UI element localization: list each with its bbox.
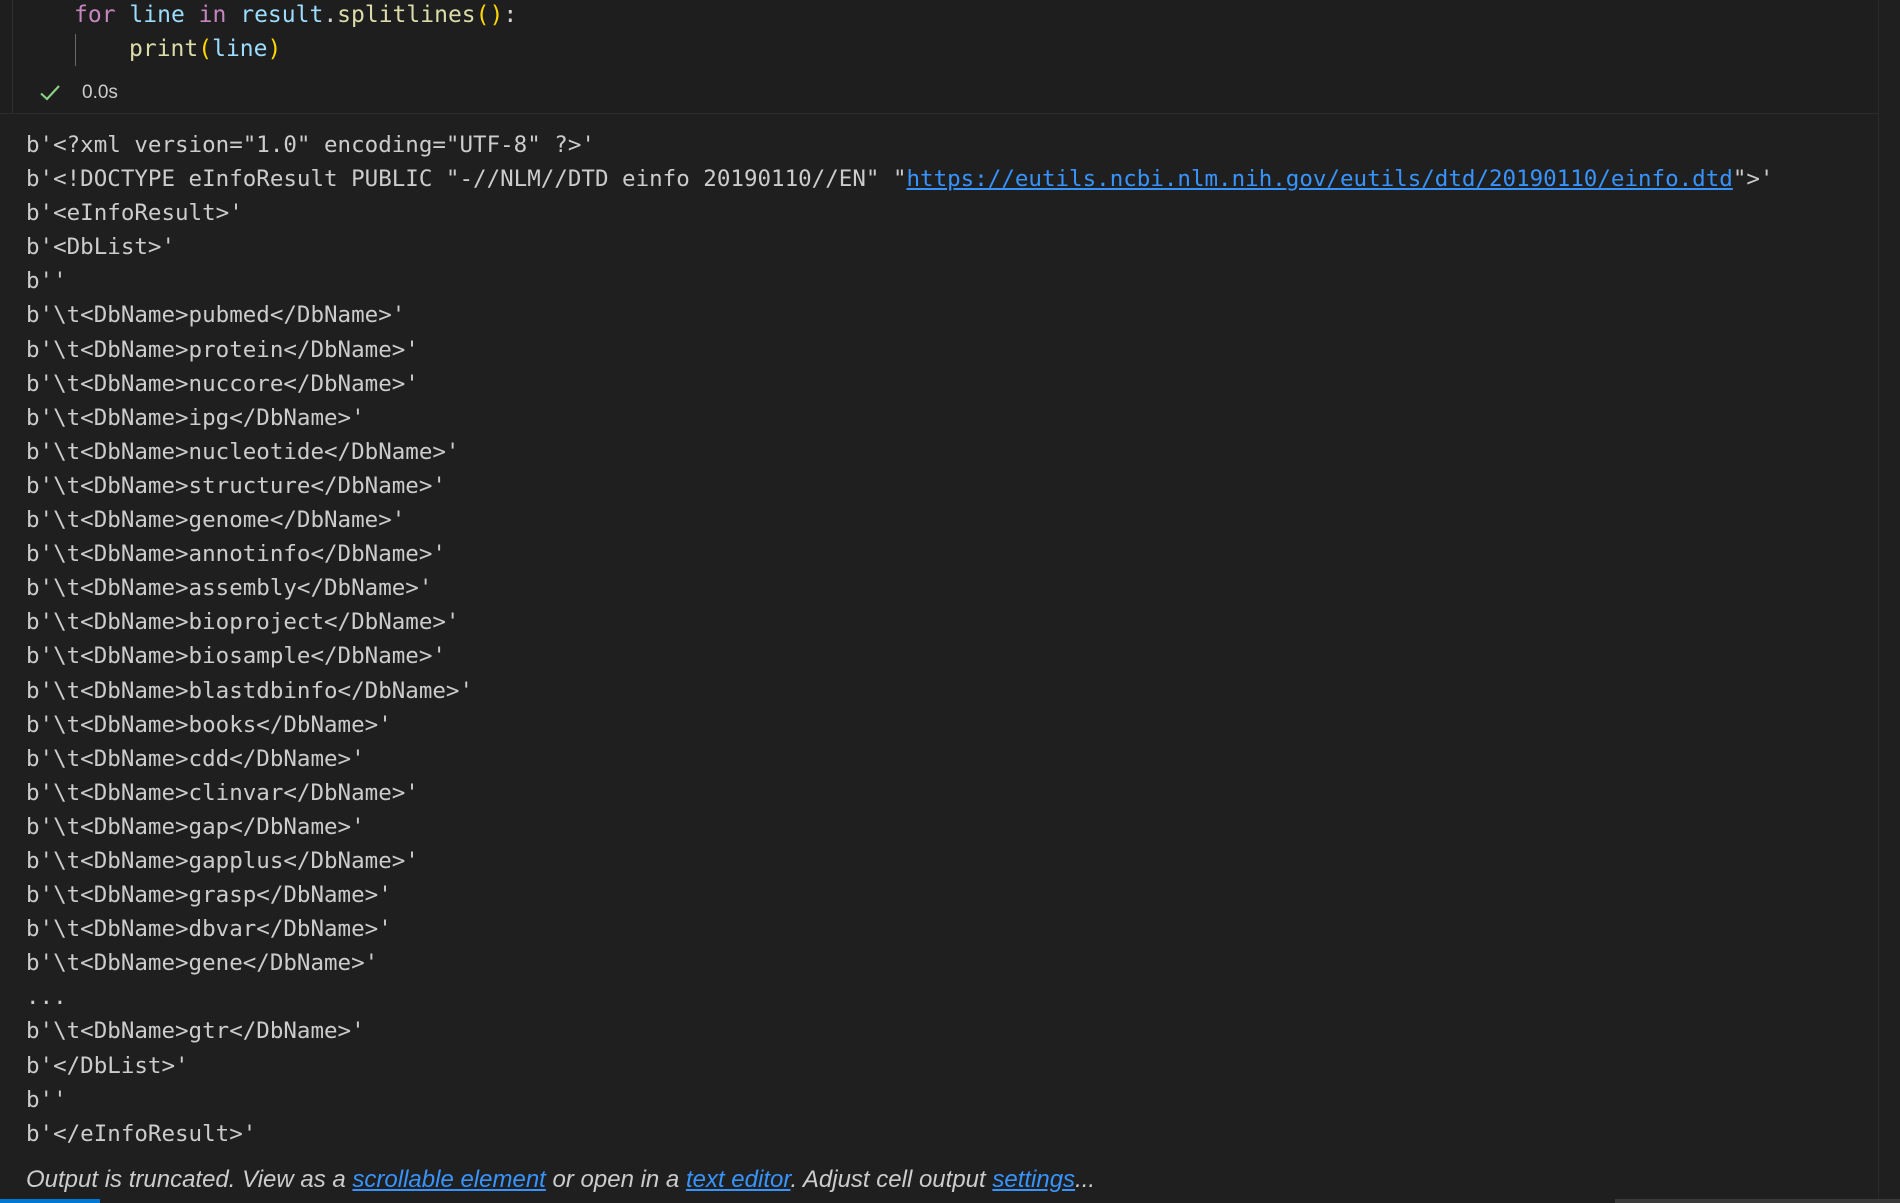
output-line: b'\t<DbName>blastdbinfo</DbName>' (26, 677, 474, 704)
dot: . (323, 2, 338, 28)
code-line-1[interactable]: for line in result.splitlines(): (74, 0, 517, 32)
truncation-middle2: . Adjust cell output (790, 1166, 993, 1193)
doctype-suffix: ">' (1732, 166, 1774, 193)
keyword-for: for (74, 2, 116, 28)
output-line: b'\t<DbName>assembly</DbName>' (26, 575, 433, 602)
settings-link[interactable]: settings (992, 1166, 1075, 1193)
truncation-suffix: ... (1075, 1166, 1096, 1193)
scrollbar-track[interactable] (1878, 0, 1900, 1203)
truncation-middle: or open in a (545, 1166, 686, 1193)
open-paren: ( (475, 2, 490, 28)
output-ellipsis: ... (26, 984, 67, 1011)
output-line: b'\t<DbName>gtr</DbName>' (26, 1018, 365, 1045)
horizontal-scroll-track[interactable] (1615, 1199, 1900, 1203)
output-line: b'\t<DbName>pubmed</DbName>' (26, 302, 406, 329)
output-line: b'\t<DbName>gap</DbName>' (26, 813, 365, 840)
horizontal-scroll-indicator[interactable] (0, 1199, 100, 1203)
output-line: b'</eInfoResult>' (26, 1120, 257, 1147)
dtd-link[interactable]: https://eutils.ncbi.nlm.nih.gov/eutils/d… (907, 166, 1733, 192)
output-line: b'\t<DbName>ipg</DbName>' (26, 404, 365, 431)
code-cell[interactable]: for line in result.splitlines(): print(l… (0, 0, 1900, 114)
output-line: b'\t<DbName>biosample</DbName>' (26, 643, 446, 670)
indent-guide (75, 34, 76, 66)
output-line: b'\t<DbName>cdd</DbName>' (26, 745, 365, 772)
close-paren: ) (267, 36, 282, 62)
output-line: b'\t<DbName>bioproject</DbName>' (26, 609, 460, 636)
output-line: b'\t<DbName>structure</DbName>' (26, 472, 446, 499)
output-line: b'\t<DbName>gene</DbName>' (26, 950, 379, 977)
execution-duration: 0.0s (82, 82, 118, 103)
output-line: b'\t<DbName>nuccore</DbName>' (26, 370, 419, 397)
output-line: b'\t<DbName>clinvar</DbName>' (26, 779, 419, 806)
colon: : (503, 2, 518, 28)
print-argument: line (212, 36, 268, 62)
loop-variable: line (129, 2, 185, 28)
open-paren: ( (198, 36, 213, 62)
output-line: b'' (26, 1086, 67, 1113)
print-function: print (129, 36, 199, 62)
truncation-prefix: Output is truncated. View as a (26, 1166, 353, 1193)
check-icon (40, 85, 60, 101)
output-line: b'' (26, 268, 67, 295)
output-line: b'<eInfoResult>' (26, 200, 243, 227)
output-line: b'\t<DbName>nucleotide</DbName>' (26, 438, 460, 465)
truncation-notice: Output is truncated. View as a scrollabl… (26, 1163, 1095, 1197)
output-line: b'\t<DbName>books</DbName>' (26, 711, 392, 738)
keyword-in: in (198, 2, 227, 28)
output-line: b'\t<DbName>protein</DbName>' (26, 336, 419, 363)
doctype-prefix: b'<!DOCTYPE eInfoResult PUBLIC "-//NLM//… (26, 166, 907, 193)
scrollable-element-link[interactable]: scrollable element (352, 1166, 545, 1193)
cell-left-bar (12, 0, 13, 113)
code-line-2[interactable]: print(line) (129, 32, 281, 66)
cell-output[interactable]: b'<?xml version="1.0" encoding="UTF-8" ?… (26, 128, 1870, 1151)
splitlines-method: splitlines (337, 2, 476, 28)
text-editor-link[interactable]: text editor (686, 1166, 791, 1193)
output-line-doctype: b'<!DOCTYPE eInfoResult PUBLIC "-//NLM//… (26, 162, 1870, 196)
execution-status: 0.0s (38, 78, 118, 108)
result-variable: result (240, 2, 324, 28)
output-line: b'<?xml version="1.0" encoding="UTF-8" ?… (26, 132, 595, 158)
output-line: b'</DbList>' (26, 1052, 189, 1079)
output-line: b'\t<DbName>genome</DbName>' (26, 507, 406, 534)
output-line: b'\t<DbName>grasp</DbName>' (26, 882, 392, 909)
close-paren: ) (489, 2, 504, 28)
output-line: b'<DbList>' (26, 234, 176, 261)
output-line: b'\t<DbName>dbvar</DbName>' (26, 916, 392, 943)
output-line: b'\t<DbName>gapplus</DbName>' (26, 847, 419, 874)
output-line: b'\t<DbName>annotinfo</DbName>' (26, 541, 446, 568)
